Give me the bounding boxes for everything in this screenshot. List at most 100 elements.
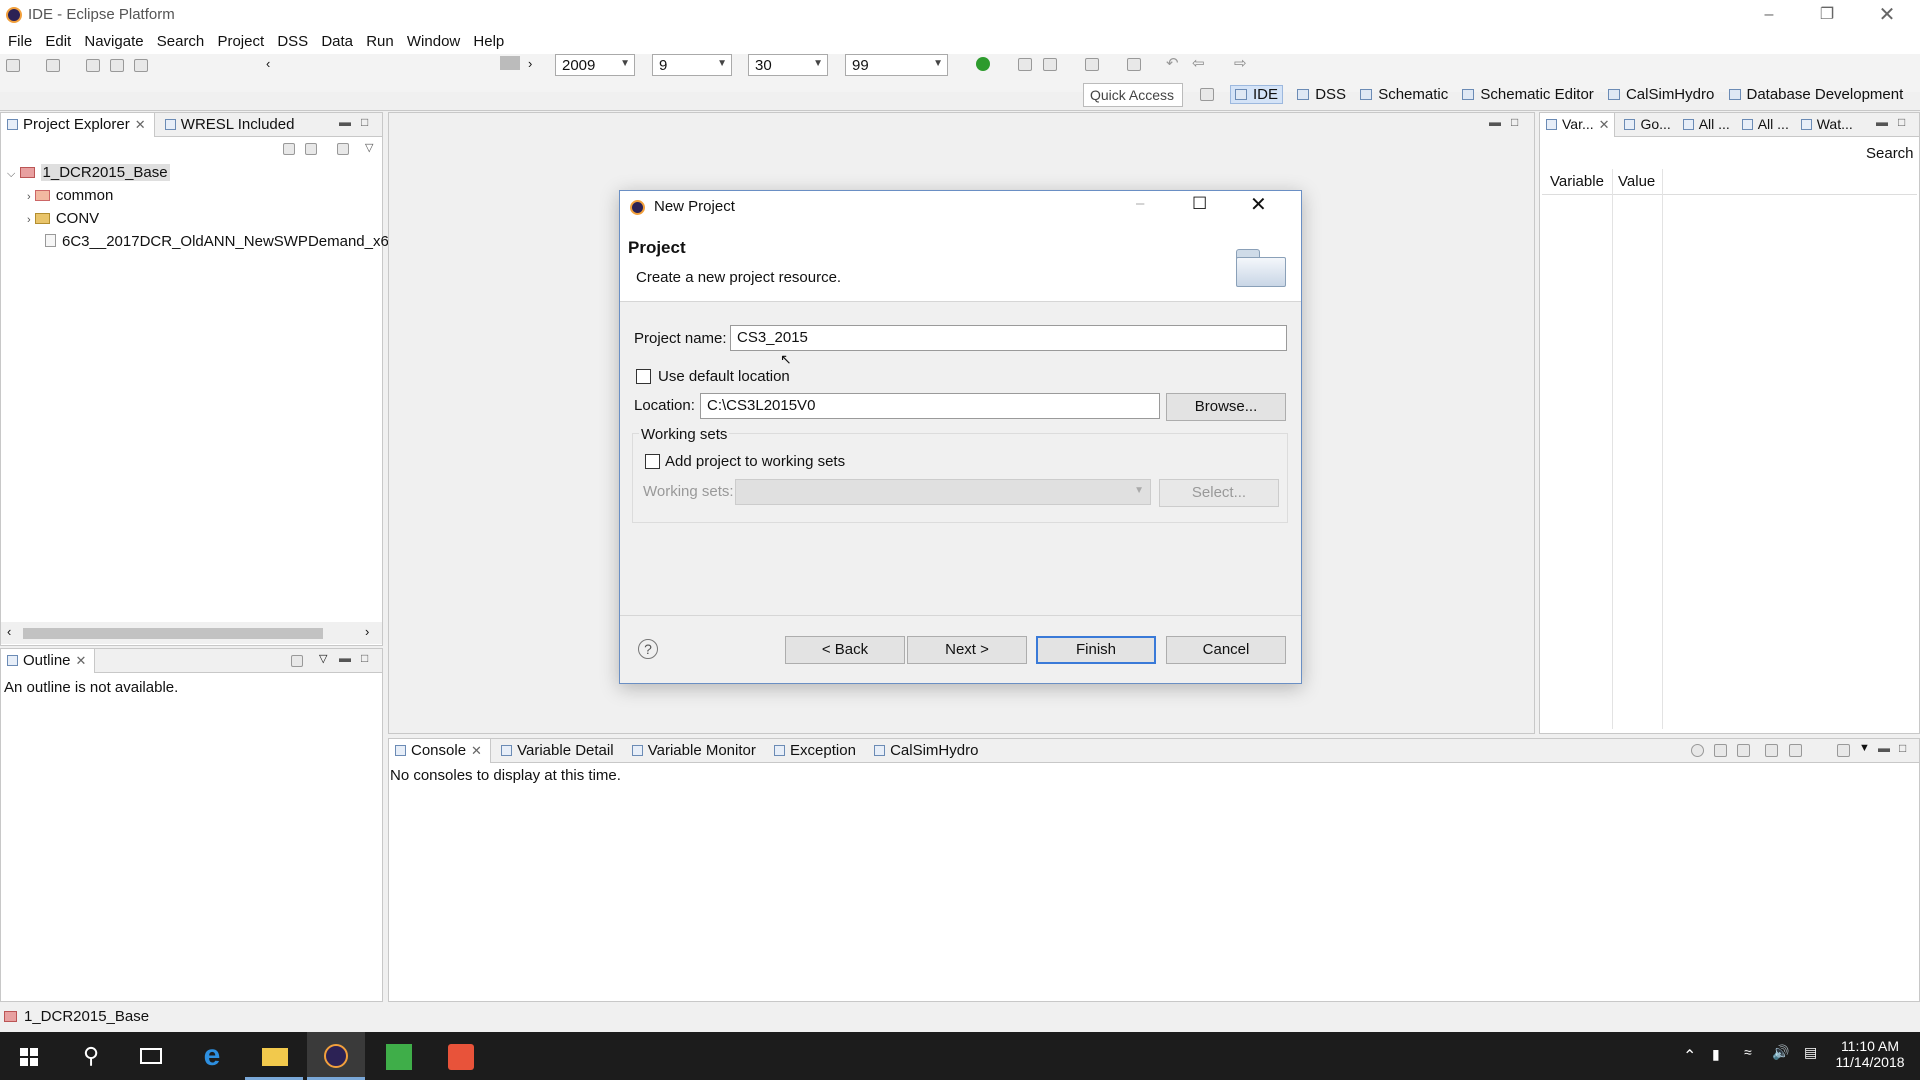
close-icon[interactable]: ✕ [471,743,482,758]
working-sets-combo[interactable]: ▼ [735,479,1151,505]
next-button[interactable]: Next > [907,636,1027,664]
menu-help[interactable]: Help [465,30,504,50]
link-editor-icon[interactable] [305,143,317,155]
year-combo[interactable]: 2009 ▼ [555,54,635,76]
search-tool-icon[interactable] [1043,58,1057,71]
tree-root[interactable]: ⌵ 1_DCR2015_Base [7,161,401,184]
open-perspective-icon[interactable] [1200,88,1214,101]
notifications-icon[interactable]: ▤ [1804,1044,1817,1061]
scroll-right-icon[interactable]: › [365,624,369,639]
minimize-panel-icon[interactable]: ▬ [339,651,351,665]
menu-file[interactable]: File [0,30,32,50]
app-orange-icon[interactable] [431,1032,489,1080]
menu-project[interactable]: Project [209,30,264,50]
new-icon[interactable] [6,59,20,72]
maximize-panel-icon[interactable]: □ [1898,115,1905,129]
scroll-left-icon[interactable]: ‹ [7,624,11,639]
run-icon[interactable] [976,57,990,71]
horizontal-scrollbar[interactable]: ‹ › [1,622,382,644]
menu-data[interactable]: Data [313,30,353,50]
display-console-icon[interactable] [1714,744,1727,757]
day-combo[interactable]: 30 ▼ [748,54,828,76]
menu-window[interactable]: Window [399,30,460,50]
menu-dss[interactable]: DSS [269,30,308,50]
color-swatch-icon[interactable] [500,56,520,70]
dialog-close-button[interactable]: ✕ [1250,192,1267,217]
tab-go[interactable]: Go... [1618,113,1672,137]
tab-all-1[interactable]: All ... [1677,113,1732,137]
start-button[interactable] [0,1032,58,1080]
cancel-button[interactable]: Cancel [1166,636,1286,664]
browse-button[interactable]: Browse... [1166,393,1286,421]
tab-outline[interactable]: Outline ✕ [1,649,96,673]
scroll-left-icon[interactable]: ‹ [266,56,270,71]
app-green-icon[interactable] [369,1032,427,1080]
perspective-calsimhydro[interactable]: CalSimHydro [1607,86,1714,103]
menu-run[interactable]: Run [358,30,394,50]
quick-access-field[interactable]: Quick Access [1083,83,1183,107]
tab-wat[interactable]: Wat... [1795,113,1855,137]
open-console-icon[interactable] [1789,744,1802,757]
step-combo[interactable]: 99 ▼ [845,54,948,76]
show-hidden-icons[interactable]: ⌃ [1683,1046,1696,1066]
maximize-panel-icon[interactable]: □ [1899,741,1906,755]
filter-icon[interactable] [337,143,349,155]
back-icon[interactable]: ⇦ [1192,54,1205,72]
tab-console[interactable]: Console ✕ [389,739,491,763]
maximize-panel-icon[interactable]: □ [361,115,368,129]
close-icon[interactable]: ✕ [76,653,87,668]
print-icon[interactable] [134,59,148,72]
minimize-panel-icon[interactable]: ▬ [1878,741,1890,755]
new-console-icon[interactable] [1837,744,1850,757]
use-default-location-checkbox[interactable] [636,369,651,384]
tab-variable-monitor[interactable]: Variable Monitor [626,739,764,763]
annotation-prev-icon[interactable] [1127,58,1141,71]
chevron-right-icon[interactable]: › [27,214,31,226]
tree-item-conv[interactable]: › CONV [7,207,401,230]
search-button[interactable]: Search [1866,145,1914,162]
project-name-input[interactable]: CS3_2015 [730,325,1287,351]
close-icon[interactable]: ✕ [1599,117,1610,132]
edge-icon[interactable]: e [183,1032,241,1080]
tab-calsimhydro[interactable]: CalSimHydro [868,739,986,763]
perspective-dss[interactable]: DSS [1297,86,1346,103]
chevron-down-icon[interactable]: ⌵ [7,168,15,180]
view-menu-icon[interactable]: ▼ [1859,742,1870,754]
menu-edit[interactable]: Edit [37,30,71,50]
restore-button[interactable]: ❐ [1798,0,1856,30]
battery-icon[interactable]: ▮ [1712,1046,1720,1063]
pin-console-icon[interactable] [1691,744,1704,757]
chevron-right-icon[interactable]: › [27,191,31,203]
eclipse-taskbar-icon[interactable] [307,1032,365,1080]
scroll-right-icon[interactable]: › [528,56,532,71]
last-edit-icon[interactable]: ↶ [1166,54,1179,72]
save-all-icon[interactable] [110,59,124,72]
view-menu-icon[interactable]: ▽ [365,141,373,154]
maximize-panel-icon[interactable]: □ [1511,115,1518,129]
open-folder-icon[interactable] [1018,58,1032,71]
tab-project-explorer[interactable]: Project Explorer ✕ [1,113,155,137]
perspective-ide[interactable]: IDE [1230,85,1284,104]
tab-exception[interactable]: Exception [768,739,864,763]
perspective-schematic-editor[interactable]: Schematic Editor [1462,86,1594,103]
volume-icon[interactable]: 🔊 [1772,1044,1789,1061]
minimize-panel-icon[interactable]: ▬ [1876,115,1888,129]
close-button[interactable]: ✕ [1858,0,1916,30]
location-input[interactable]: C:\CS3L2015V0 [700,393,1160,419]
tab-wresl-included[interactable]: WRESL Included [159,113,303,137]
tree-item-common[interactable]: › common [7,184,401,207]
add-to-working-sets-checkbox[interactable] [645,454,660,469]
file-explorer-icon[interactable] [245,1032,303,1080]
close-icon[interactable]: ✕ [135,117,146,132]
tab-all-2[interactable]: All ... [1736,113,1791,137]
save-icon[interactable] [86,59,100,72]
tab-variables[interactable]: Var... ✕ [1540,113,1615,137]
back-button[interactable]: < Back [785,636,905,664]
clock[interactable]: 11:10 AM 11/14/2018 [1830,1038,1910,1070]
perspective-schematic[interactable]: Schematic [1360,86,1448,103]
menu-search[interactable]: Search [149,30,205,50]
task-view-icon[interactable] [122,1032,180,1080]
finish-button[interactable]: Finish [1036,636,1156,664]
view-menu-icon[interactable]: ▽ [319,652,327,665]
tab-variable-detail[interactable]: Variable Detail [495,739,621,763]
